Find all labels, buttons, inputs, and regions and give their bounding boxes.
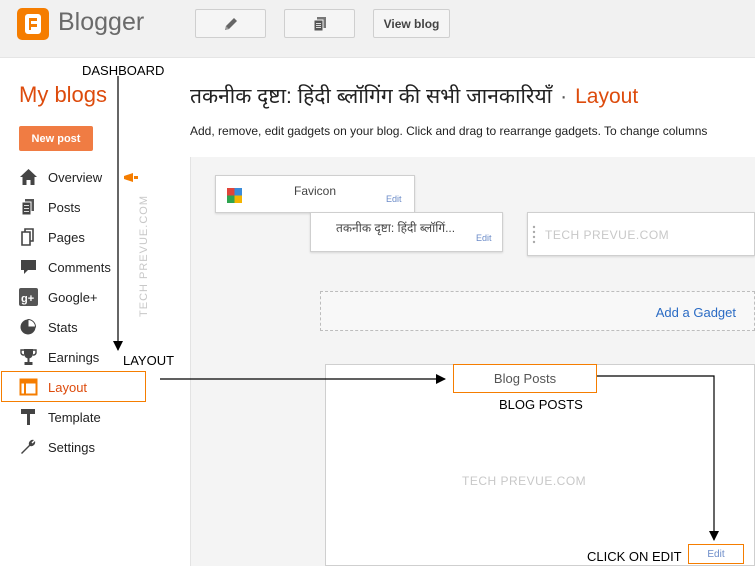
arrow-blog-posts-to-edit	[597, 375, 719, 541]
annotation-arrows	[113, 76, 719, 541]
